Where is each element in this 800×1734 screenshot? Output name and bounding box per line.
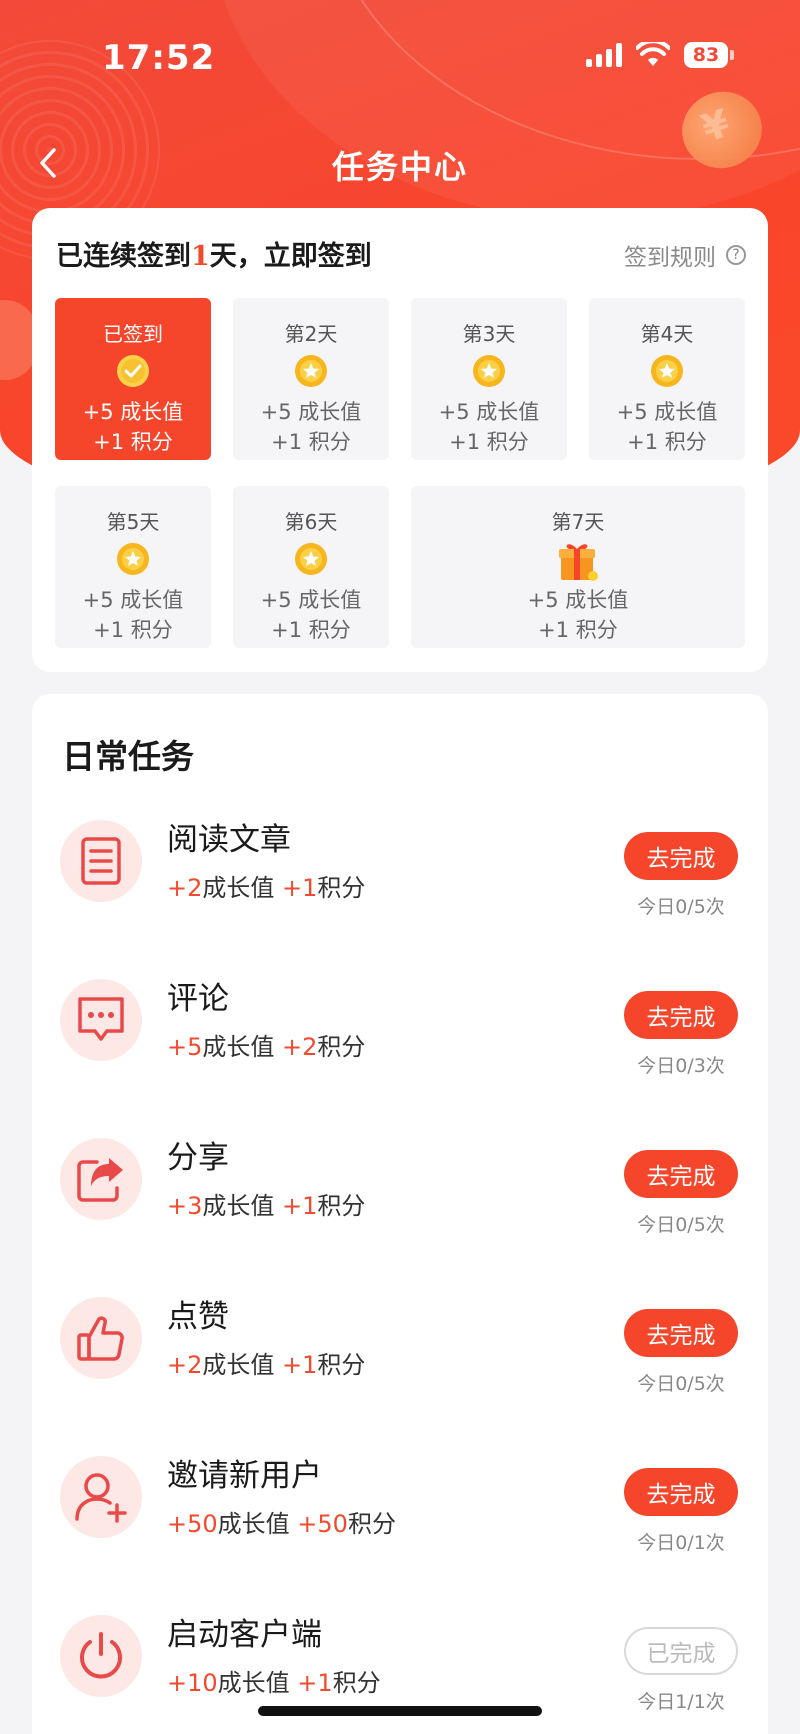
signin-card: 已连续签到1天，立即签到 签到规则 ? 已签到 +5 成长值 +1 积分 第2天…: [32, 208, 768, 672]
signin-day-3[interactable]: 第3天 +5 成长值 +1 积分: [411, 298, 567, 460]
star-coin-icon: [117, 543, 149, 575]
signin-title: 已连续签到1天，立即签到: [56, 241, 372, 272]
daily-tasks-card: 日常任务 阅读文章 +2成长值 +1积分 去完成 今日0/5次 评论 +5成长值…: [32, 694, 768, 1734]
task-read-article: 阅读文章 +2成长值 +1积分 去完成 今日0/5次: [32, 804, 768, 934]
task-icon-wrap: [60, 820, 142, 902]
signin-day-4[interactable]: 第4天 +5 成长值 +1 积分: [589, 298, 745, 460]
day-points: +1 积分: [449, 430, 529, 454]
signin-rules-label: 签到规则: [624, 245, 716, 271]
task-reward: +10成长值 +1积分: [167, 1669, 381, 1697]
day-label: 第2天: [284, 322, 338, 346]
day-label: 第5天: [106, 510, 160, 534]
signin-day-6[interactable]: 第6天 +5 成长值 +1 积分: [233, 486, 389, 648]
task-go-button[interactable]: 去完成: [624, 1468, 738, 1516]
task-reward: +50成长值 +50积分: [167, 1510, 396, 1538]
help-icon: ?: [726, 245, 746, 265]
task-reward: +2成长值 +1积分: [167, 1351, 366, 1379]
task-completed-button: 已完成: [624, 1627, 738, 1675]
page-title: 任务中心: [331, 148, 468, 186]
day-growth: +5 成长值: [527, 588, 629, 612]
task-name: 启动客户端: [167, 1617, 322, 1653]
task-progress: 今日0/5次: [637, 1373, 725, 1395]
task-reward: +3成长值 +1积分: [167, 1192, 366, 1220]
comment-icon: [78, 997, 124, 1041]
check-coin-icon: [117, 355, 149, 387]
day-points: +1 积分: [93, 618, 173, 642]
power-icon: [80, 1632, 122, 1679]
day-growth: +5 成长值: [82, 400, 184, 424]
signin-day-5[interactable]: 第5天 +5 成长值 +1 积分: [55, 486, 211, 648]
signal-icon: [586, 43, 622, 67]
task-icon-wrap: [60, 1456, 142, 1538]
task-progress: 今日0/3次: [637, 1055, 725, 1077]
signin-day-count: 1: [191, 241, 210, 272]
task-name: 阅读文章: [167, 822, 291, 858]
task-comment: 评论 +5成长值 +2积分 去完成 今日0/3次: [32, 963, 768, 1093]
task-like: 点赞 +2成长值 +1积分 去完成 今日0/5次: [32, 1281, 768, 1411]
task-go-button[interactable]: 去完成: [624, 1150, 738, 1198]
day-growth: +5 成长值: [260, 588, 362, 612]
task-icon-wrap: [60, 1615, 142, 1697]
task-name: 点赞: [167, 1299, 229, 1335]
task-name: 评论: [167, 981, 229, 1017]
task-go-button[interactable]: 去完成: [624, 832, 738, 880]
task-icon-wrap: [60, 1138, 142, 1220]
wifi-icon: [636, 42, 670, 66]
signin-rules-link[interactable]: 签到规则 ?: [624, 238, 746, 272]
add-user-icon: [75, 1473, 127, 1523]
day-growth: +5 成长值: [260, 400, 362, 424]
day-label: 第7天: [551, 510, 605, 534]
task-reward: +2成长值 +1积分: [167, 874, 366, 902]
task-share: 分享 +3成长值 +1积分 去完成 今日0/5次: [32, 1122, 768, 1252]
task-name: 邀请新用户: [167, 1458, 322, 1494]
task-progress: 今日0/1次: [637, 1532, 725, 1554]
task-progress: 今日0/5次: [637, 896, 725, 918]
task-icon-wrap: [60, 979, 142, 1061]
day-points: +1 积分: [271, 430, 351, 454]
task-go-button[interactable]: 去完成: [624, 1309, 738, 1357]
home-indicator: [258, 1706, 542, 1716]
day-points: +1 积分: [93, 430, 173, 454]
task-progress: 今日1/1次: [637, 1691, 725, 1713]
task-invite-user: 邀请新用户 +50成长值 +50积分 去完成 今日0/1次: [32, 1440, 768, 1570]
signin-day-7[interactable]: 第7天 +5 成长值 +1 积分: [411, 486, 745, 648]
day-growth: +5 成长值: [438, 400, 540, 424]
section-title: 日常任务: [62, 737, 194, 776]
star-coin-icon: [295, 355, 327, 387]
thumbs-up-icon: [77, 1316, 124, 1361]
star-coin-icon: [295, 543, 327, 575]
status-time: 17:52: [102, 38, 216, 78]
task-progress: 今日0/5次: [637, 1214, 725, 1236]
day-points: +1 积分: [627, 430, 707, 454]
day-label: 第6天: [284, 510, 338, 534]
battery-icon: 83: [684, 42, 734, 68]
day-growth: +5 成长值: [616, 400, 718, 424]
signin-day-2[interactable]: 第2天 +5 成长值 +1 积分: [233, 298, 389, 460]
signin-day-1[interactable]: 已签到 +5 成长值 +1 积分: [55, 298, 211, 460]
task-name: 分享: [167, 1140, 229, 1176]
share-icon: [77, 1158, 123, 1202]
day-growth: +5 成长值: [82, 588, 184, 612]
day-label: 已签到: [103, 322, 163, 346]
star-coin-icon: [651, 355, 683, 387]
gift-icon: [559, 544, 598, 581]
star-coin-icon: [473, 355, 505, 387]
day-points: +1 积分: [271, 618, 351, 642]
task-reward: +5成长值 +2积分: [167, 1033, 366, 1061]
day-label: 第3天: [462, 322, 516, 346]
day-points: +1 积分: [538, 618, 618, 642]
article-icon: [81, 837, 121, 885]
battery-level: 83: [684, 42, 728, 68]
status-icons: 83: [586, 42, 734, 68]
task-icon-wrap: [60, 1297, 142, 1379]
task-go-button[interactable]: 去完成: [624, 991, 738, 1039]
day-label: 第4天: [640, 322, 694, 346]
